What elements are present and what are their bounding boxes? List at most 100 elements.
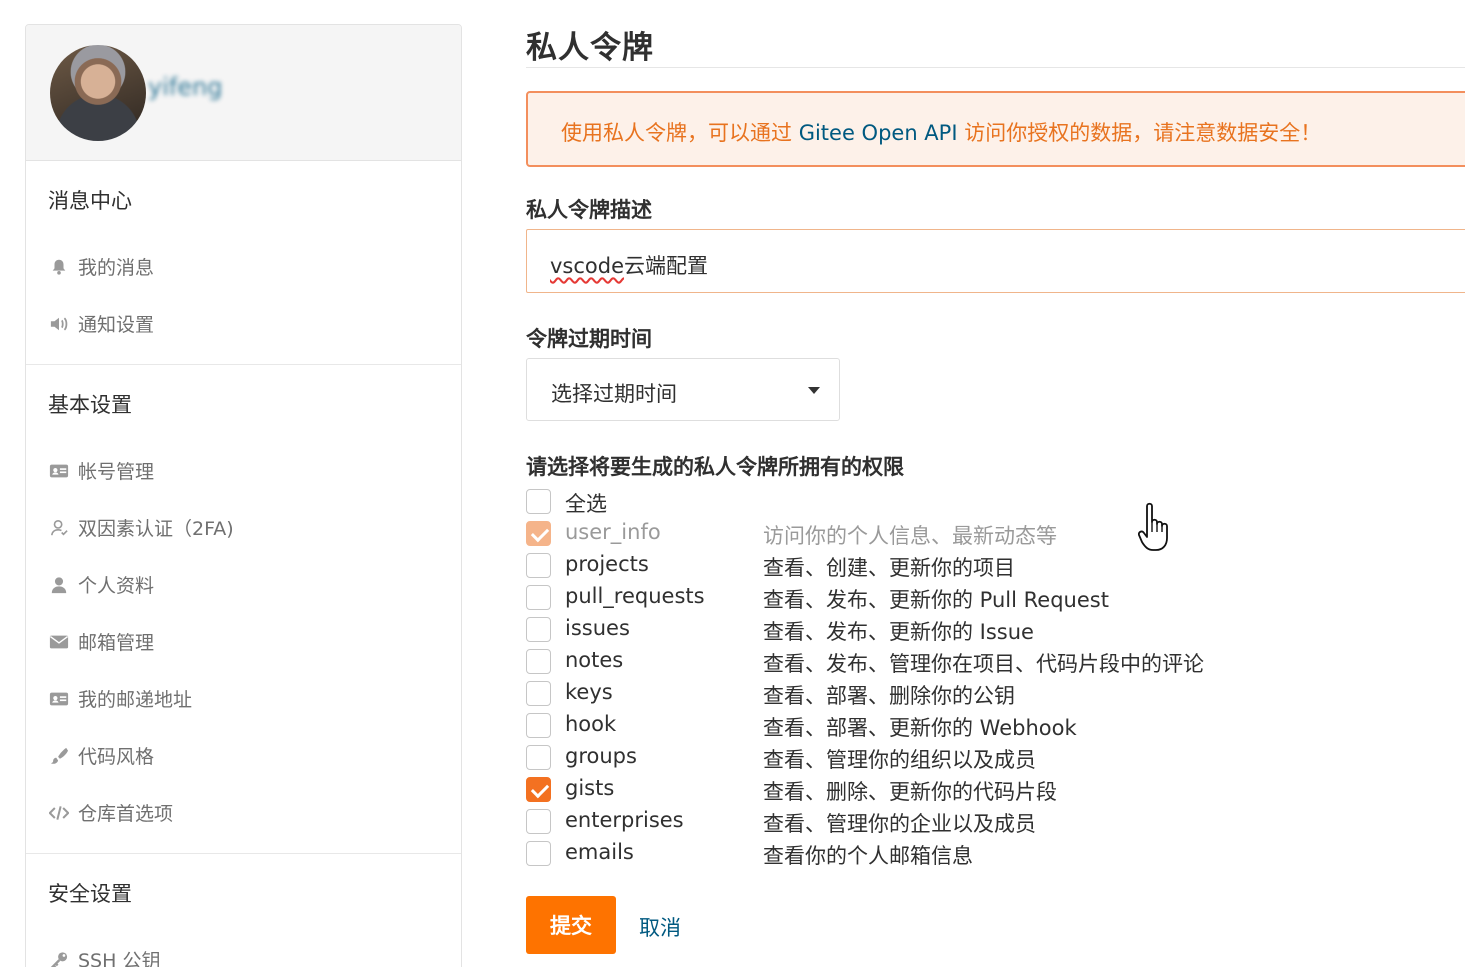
token-description-value: vscode云端配置 bbox=[550, 250, 708, 280]
speaker-icon bbox=[48, 314, 70, 334]
avatar[interactable] bbox=[50, 45, 146, 141]
permission-description: 访问你的个人信息、最新动态等 bbox=[763, 524, 1057, 548]
bell-icon bbox=[48, 257, 70, 277]
id-card-icon bbox=[48, 461, 70, 481]
permission-description: 查看你的个人邮箱信息 bbox=[763, 844, 973, 868]
permission-row: user_info 访问你的个人信息、最新动态等 bbox=[526, 519, 1465, 551]
sidebar-nav: 消息中心 我的消息 通知设置 基本设置 帐号管理 双因素认证（2FA) 个人资料 邮箱管理 我的… bbox=[26, 161, 461, 967]
page-title: 私人令牌 bbox=[526, 30, 654, 66]
sidebar-item[interactable]: 代码风格 bbox=[26, 727, 461, 784]
permission-checkbox[interactable] bbox=[526, 649, 551, 674]
permission-description: 查看、发布、更新你的 Pull Request bbox=[763, 588, 1109, 612]
permission-checkbox[interactable] bbox=[526, 809, 551, 834]
nav-section: 基本设置帐号管理双因素认证（2FA) 个人资料邮箱管理我的邮递地址 代码风格仓库首选… bbox=[26, 365, 461, 854]
permission-row: groups 查看、管理你的组织以及成员 bbox=[526, 743, 1465, 775]
permission-name[interactable]: keys bbox=[565, 680, 613, 704]
select-all-checkbox[interactable] bbox=[526, 489, 551, 514]
alert-text-prefix: 使用私人令牌，可以通过 bbox=[561, 121, 799, 145]
caret-down-icon bbox=[808, 387, 820, 394]
permission-row: enterprises 查看、管理你的企业以及成员 bbox=[526, 807, 1465, 839]
sidebar-item[interactable]: SSH 公钥 bbox=[26, 931, 461, 967]
description-rest: 云端配置 bbox=[624, 254, 709, 278]
sidebar-item-label: 邮箱管理 bbox=[78, 632, 155, 654]
sidebar-item[interactable]: 我的邮递地址 bbox=[26, 670, 461, 727]
permission-name[interactable]: hook bbox=[565, 712, 616, 736]
permission-description: 查看、部署、更新你的 Webhook bbox=[763, 716, 1077, 740]
permission-name[interactable]: enterprises bbox=[565, 808, 684, 832]
permission-name[interactable]: notes bbox=[565, 648, 623, 672]
nav-section-title: 基本设置 bbox=[48, 393, 132, 417]
submit-button[interactable]: 提交 bbox=[526, 896, 616, 954]
spellcheck-word: vscode bbox=[550, 254, 625, 278]
permission-checkbox[interactable] bbox=[526, 713, 551, 738]
username[interactable]: yifeng bbox=[148, 73, 223, 101]
code-icon bbox=[48, 803, 70, 823]
nav-section: 消息中心我的消息 通知设置 bbox=[26, 161, 461, 365]
permission-checkbox[interactable] bbox=[526, 617, 551, 642]
permission-name[interactable]: pull_requests bbox=[565, 584, 705, 608]
expiry-select-value: 选择过期时间 bbox=[551, 382, 677, 406]
select-all-label[interactable]: 全选 bbox=[565, 488, 607, 518]
description-label: 私人令牌描述 bbox=[526, 198, 652, 222]
permission-checkbox[interactable] bbox=[526, 681, 551, 706]
alert-text-suffix: 访问你授权的数据，请注意数据安全！ bbox=[957, 121, 1322, 145]
permission-row: notes 查看、发布、管理你在项目、代码片段中的评论 bbox=[526, 647, 1465, 679]
permission-row: projects 查看、创建、更新你的项目 bbox=[526, 551, 1465, 583]
permission-name[interactable]: issues bbox=[565, 616, 630, 640]
info-alert: 使用私人令牌，可以通过 Gitee Open API 访问你授权的数据，请注意数… bbox=[526, 91, 1465, 167]
nav-section-title: 消息中心 bbox=[48, 189, 132, 213]
sidebar-item[interactable]: 仓库首选项 bbox=[26, 784, 461, 841]
nav-section: 安全设置 SSH 公钥 bbox=[26, 854, 461, 967]
hand-pointer-cursor-icon bbox=[1138, 502, 1168, 551]
sidebar-item-label: 双因素认证（2FA) bbox=[78, 518, 234, 540]
permission-description: 查看、发布、管理你在项目、代码片段中的评论 bbox=[763, 652, 1204, 676]
permission-row: keys 查看、部署、删除你的公钥 bbox=[526, 679, 1465, 711]
permission-row: hook 查看、部署、更新你的 Webhook bbox=[526, 711, 1465, 743]
brush-icon bbox=[48, 746, 70, 766]
permission-checkbox[interactable] bbox=[526, 553, 551, 578]
nav-section-title: 安全设置 bbox=[48, 882, 132, 906]
alert-text-highlight: Gitee Open API bbox=[798, 121, 958, 145]
permission-name[interactable]: groups bbox=[565, 744, 637, 768]
sidebar-item[interactable]: 双因素认证（2FA) bbox=[26, 499, 461, 556]
permission-checkbox[interactable] bbox=[526, 585, 551, 610]
sidebar-item[interactable]: 我的消息 bbox=[26, 238, 461, 295]
permission-list: 全选 user_info 访问你的个人信息、最新动态等 projects 查看、创建、… bbox=[526, 487, 1465, 871]
permission-checkbox[interactable] bbox=[526, 841, 551, 866]
sidebar-item-label: 代码风格 bbox=[78, 746, 155, 768]
token-description-input[interactable]: vscode云端配置 bbox=[526, 229, 1465, 293]
permission-name[interactable]: gists bbox=[565, 776, 614, 800]
select-all-row: 全选 bbox=[526, 487, 1465, 519]
envelope-icon bbox=[48, 632, 70, 652]
sidebar-item-label: 帐号管理 bbox=[78, 461, 155, 483]
permission-row: gists 查看、删除、更新你的代码片段 bbox=[526, 775, 1465, 807]
address-card-icon bbox=[48, 689, 70, 709]
sidebar-item[interactable]: 帐号管理 bbox=[26, 442, 461, 499]
sidebar-item-label: 我的邮递地址 bbox=[78, 689, 193, 711]
sidebar-item[interactable]: 邮箱管理 bbox=[26, 613, 461, 670]
permission-description: 查看、创建、更新你的项目 bbox=[763, 556, 1015, 580]
sidebar-item[interactable]: 个人资料 bbox=[26, 556, 461, 613]
permission-name[interactable]: emails bbox=[565, 840, 634, 864]
permission-checkbox[interactable] bbox=[526, 777, 551, 802]
permission-name[interactable]: projects bbox=[565, 552, 649, 576]
permission-row: pull_requests 查看、发布、更新你的 Pull Request bbox=[526, 583, 1465, 615]
key-icon bbox=[48, 950, 70, 967]
permission-name: user_info bbox=[565, 520, 661, 544]
permission-checkbox[interactable] bbox=[526, 745, 551, 770]
permission-row: issues 查看、发布、更新你的 Issue bbox=[526, 615, 1465, 647]
settings-sidebar: yifeng 消息中心我的消息 通知设置基本设置帐号管理双因素认证（2FA) 个人资… bbox=[25, 24, 462, 967]
permissions-label: 请选择将要生成的私人令牌所拥有的权限 bbox=[526, 455, 904, 479]
permission-row: emails 查看你的个人邮箱信息 bbox=[526, 839, 1465, 871]
sidebar-item[interactable]: 通知设置 bbox=[26, 295, 461, 352]
permission-description: 查看、管理你的组织以及成员 bbox=[763, 748, 1036, 772]
sidebar-item-label: SSH 公钥 bbox=[78, 950, 161, 967]
permission-description: 查看、管理你的企业以及成员 bbox=[763, 812, 1036, 836]
permission-description: 查看、删除、更新你的代码片段 bbox=[763, 780, 1057, 804]
cancel-link[interactable]: 取消 bbox=[639, 912, 681, 942]
profile-header: yifeng bbox=[26, 25, 461, 161]
user-outline-icon bbox=[48, 518, 70, 538]
permission-description: 查看、部署、删除你的公钥 bbox=[763, 684, 1015, 708]
expiry-label: 令牌过期时间 bbox=[526, 327, 652, 351]
expiry-select[interactable]: 选择过期时间 bbox=[526, 358, 840, 421]
